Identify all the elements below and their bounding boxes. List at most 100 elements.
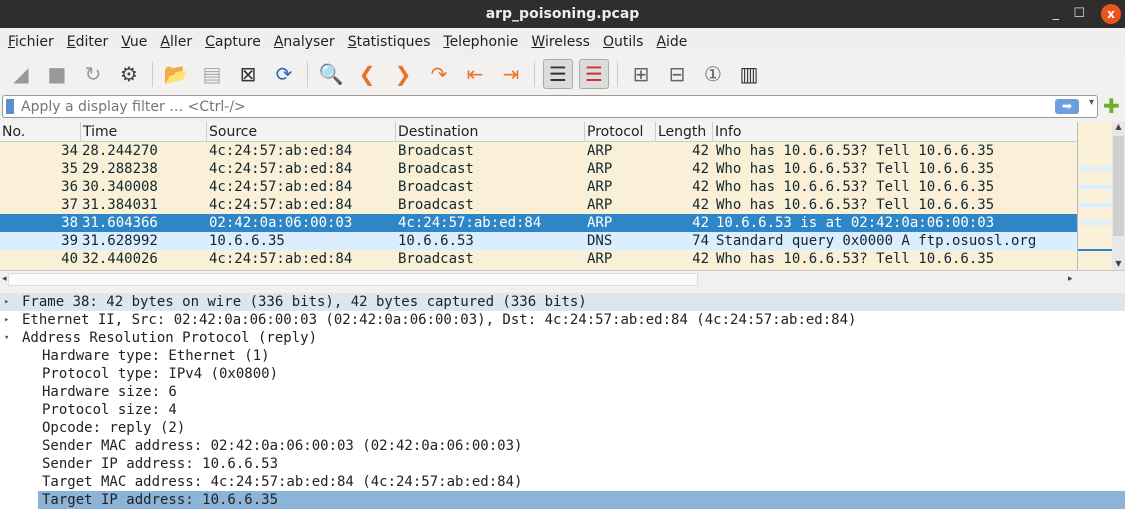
column-header-length[interactable]: Length	[655, 122, 706, 142]
cell-info: Who has 10.6.6.53? Tell 10.6.6.35	[716, 179, 995, 195]
minimize-button[interactable]: _	[1053, 0, 1060, 28]
capture-options-icon[interactable]: ⚙	[114, 59, 144, 89]
detail-line[interactable]: Target MAC address: 4c:24:57:ab:ed:84 (4…	[0, 473, 1125, 491]
normal-size-icon[interactable]: ①	[698, 59, 728, 89]
cell-length: 74	[692, 233, 709, 249]
detail-line[interactable]: Target IP address: 10.6.6.35	[0, 491, 1125, 509]
packet-row[interactable]: 37 31.384031 4c:24:57:ab:ed:84 Broadcast ARP…	[0, 196, 1077, 214]
menu-telephonie[interactable]: Telephonie	[443, 34, 518, 50]
detail-line[interactable]: Opcode: reply (2)	[0, 419, 1125, 437]
scroll-down-icon[interactable]: ▼	[1112, 259, 1125, 268]
detail-text: Hardware size: 6	[42, 384, 177, 400]
resize-columns-icon[interactable]: ▥	[734, 59, 764, 89]
add-filter-button-plus-icon[interactable]: ✚	[1103, 96, 1120, 116]
packet-list-horizontal-scrollbar[interactable]: ◂ ▸	[0, 270, 1125, 288]
detail-line[interactable]: Sender IP address: 10.6.6.53	[0, 455, 1125, 473]
auto-scroll-icon[interactable]: ☰	[543, 59, 573, 89]
zoom-in-icon[interactable]: ⊞	[626, 59, 656, 89]
menu-capture[interactable]: Capture	[205, 34, 261, 50]
scroll-up-icon[interactable]: ▲	[1112, 122, 1125, 131]
filter-history-dropdown-icon[interactable]: ▾	[1089, 97, 1094, 108]
menu-analyser[interactable]: Analyser	[274, 34, 335, 50]
detail-line[interactable]: Hardware size: 6	[0, 383, 1125, 401]
cell-destination: 10.6.6.53	[398, 233, 474, 249]
next-packet-icon[interactable]: ❯	[388, 59, 418, 89]
first-packet-icon[interactable]: ⇤	[460, 59, 490, 89]
cell-no: 40	[61, 251, 78, 267]
open-file-icon[interactable]: 📂	[161, 59, 191, 89]
packet-minimap[interactable]	[1077, 122, 1113, 270]
detail-line[interactable]: Sender MAC address: 02:42:0a:06:00:03 (0…	[0, 437, 1125, 455]
detail-line[interactable]: Hardware type: Ethernet (1)	[0, 347, 1125, 365]
detail-line[interactable]: Protocol size: 4	[0, 401, 1125, 419]
menu-aide[interactable]: Aide	[656, 34, 687, 50]
expand-arrow-icon[interactable]: ▸	[4, 293, 9, 311]
save-file-icon[interactable]: ▤	[197, 59, 227, 89]
detail-line[interactable]: ▸ Frame 38: 42 bytes on wire (336 bits), …	[0, 293, 1125, 311]
menu-aller[interactable]: Aller	[160, 34, 192, 50]
restart-capture-icon[interactable]: ↻	[78, 59, 108, 89]
menu-vue[interactable]: Vue	[121, 34, 147, 50]
column-header-protocol[interactable]: Protocol	[584, 122, 643, 142]
menu-editer[interactable]: Editer	[67, 34, 109, 50]
packet-row[interactable]: 39 31.628992 10.6.6.35 10.6.6.53 DNS 74 Standa…	[0, 232, 1077, 250]
cell-time: 31.384031	[82, 197, 158, 213]
packet-row[interactable]: 36 30.340008 4c:24:57:ab:ed:84 Broadcast ARP…	[0, 178, 1077, 196]
detail-text: Target IP address: 10.6.6.35	[38, 491, 1125, 509]
column-header-time[interactable]: Time	[80, 122, 117, 142]
find-packet-icon[interactable]: 🔍	[316, 59, 346, 89]
menu-statistiques[interactable]: Statistiques	[348, 34, 431, 50]
menu-fichier[interactable]: Fichier	[8, 34, 54, 50]
start-capture-icon[interactable]: ◢	[6, 59, 36, 89]
cell-no: 39	[61, 233, 78, 249]
cell-time: 31.604366	[82, 215, 158, 231]
scrollbar-thumb[interactable]	[1113, 136, 1124, 236]
packet-row[interactable]: 35 29.288238 4c:24:57:ab:ed:84 Broadcast ARP…	[0, 160, 1077, 178]
column-header-no[interactable]: No.	[0, 122, 25, 142]
bookmark-icon[interactable]	[6, 99, 14, 114]
packet-row[interactable]: 40 32.440026 4c:24:57:ab:ed:84 Broadcast ARP…	[0, 250, 1077, 268]
scroll-right-icon[interactable]: ▸	[1068, 274, 1073, 284]
display-filter-input[interactable]	[21, 97, 1051, 116]
packet-list: No. Time Source Destination Protocol Length In…	[0, 122, 1077, 270]
scroll-left-icon[interactable]: ◂	[2, 274, 7, 284]
packet-list-vertical-scrollbar[interactable]: ▲ ▼	[1112, 122, 1125, 270]
reload-file-icon[interactable]: ⟳	[269, 59, 299, 89]
menu-bar: Fichier Editer Vue Aller Capture Analyser Stat…	[0, 28, 1125, 55]
close-button[interactable]: x	[1101, 4, 1121, 24]
cell-length: 42	[692, 215, 709, 231]
cell-destination: Broadcast	[398, 161, 474, 177]
cell-time: 28.244270	[82, 143, 158, 159]
cell-info: Who has 10.6.6.53? Tell 10.6.6.35	[716, 251, 995, 267]
close-file-icon[interactable]: ⊠	[233, 59, 263, 89]
detail-line[interactable]: Protocol type: IPv4 (0x0800)	[0, 365, 1125, 383]
toolbar-separator	[307, 61, 308, 87]
collapse-arrow-icon[interactable]: ▾	[4, 329, 9, 347]
menu-wireless[interactable]: Wireless	[531, 34, 590, 50]
cell-no: 36	[61, 179, 78, 195]
expand-arrow-icon[interactable]: ▸	[4, 311, 9, 329]
cell-info: Who has 10.6.6.53? Tell 10.6.6.35	[716, 161, 995, 177]
column-header-info[interactable]: Info	[712, 122, 742, 142]
cell-info: Who has 10.6.6.53? Tell 10.6.6.35	[716, 143, 995, 159]
packet-row[interactable]: 38 31.604366 02:42:0a:06:00:03 4c:24:57:ab:…	[0, 214, 1077, 232]
zoom-out-icon[interactable]: ⊟	[662, 59, 692, 89]
previous-packet-icon[interactable]: ❮	[352, 59, 382, 89]
cell-source: 4c:24:57:ab:ed:84	[209, 251, 353, 267]
title-bar: arp_poisoning.pcap _ ☐ x	[0, 0, 1125, 28]
scrollbar-thumb[interactable]	[8, 273, 698, 286]
detail-line[interactable]: ▾ Address Resolution Protocol (reply)	[0, 329, 1125, 347]
maximize-button[interactable]: ☐	[1073, 0, 1085, 28]
column-header-destination[interactable]: Destination	[395, 122, 478, 142]
menu-outils[interactable]: Outils	[603, 34, 643, 50]
detail-line[interactable]: ▸ Ethernet II, Src: 02:42:0a:06:00:03 (02…	[0, 311, 1125, 329]
detail-text: Opcode: reply (2)	[42, 420, 186, 436]
column-header-source[interactable]: Source	[206, 122, 257, 142]
packet-row[interactable]: 34 28.244270 4c:24:57:ab:ed:84 Broadcast ARP…	[0, 142, 1077, 160]
stop-capture-icon[interactable]: ■	[42, 59, 72, 89]
colorize-icon[interactable]: ☰	[579, 59, 609, 89]
detail-text: Hardware type: Ethernet (1)	[42, 348, 270, 364]
apply-filter-arrow-icon[interactable]: ➡	[1055, 99, 1079, 114]
go-to-packet-icon[interactable]: ↷	[424, 59, 454, 89]
last-packet-icon[interactable]: ⇥	[496, 59, 526, 89]
